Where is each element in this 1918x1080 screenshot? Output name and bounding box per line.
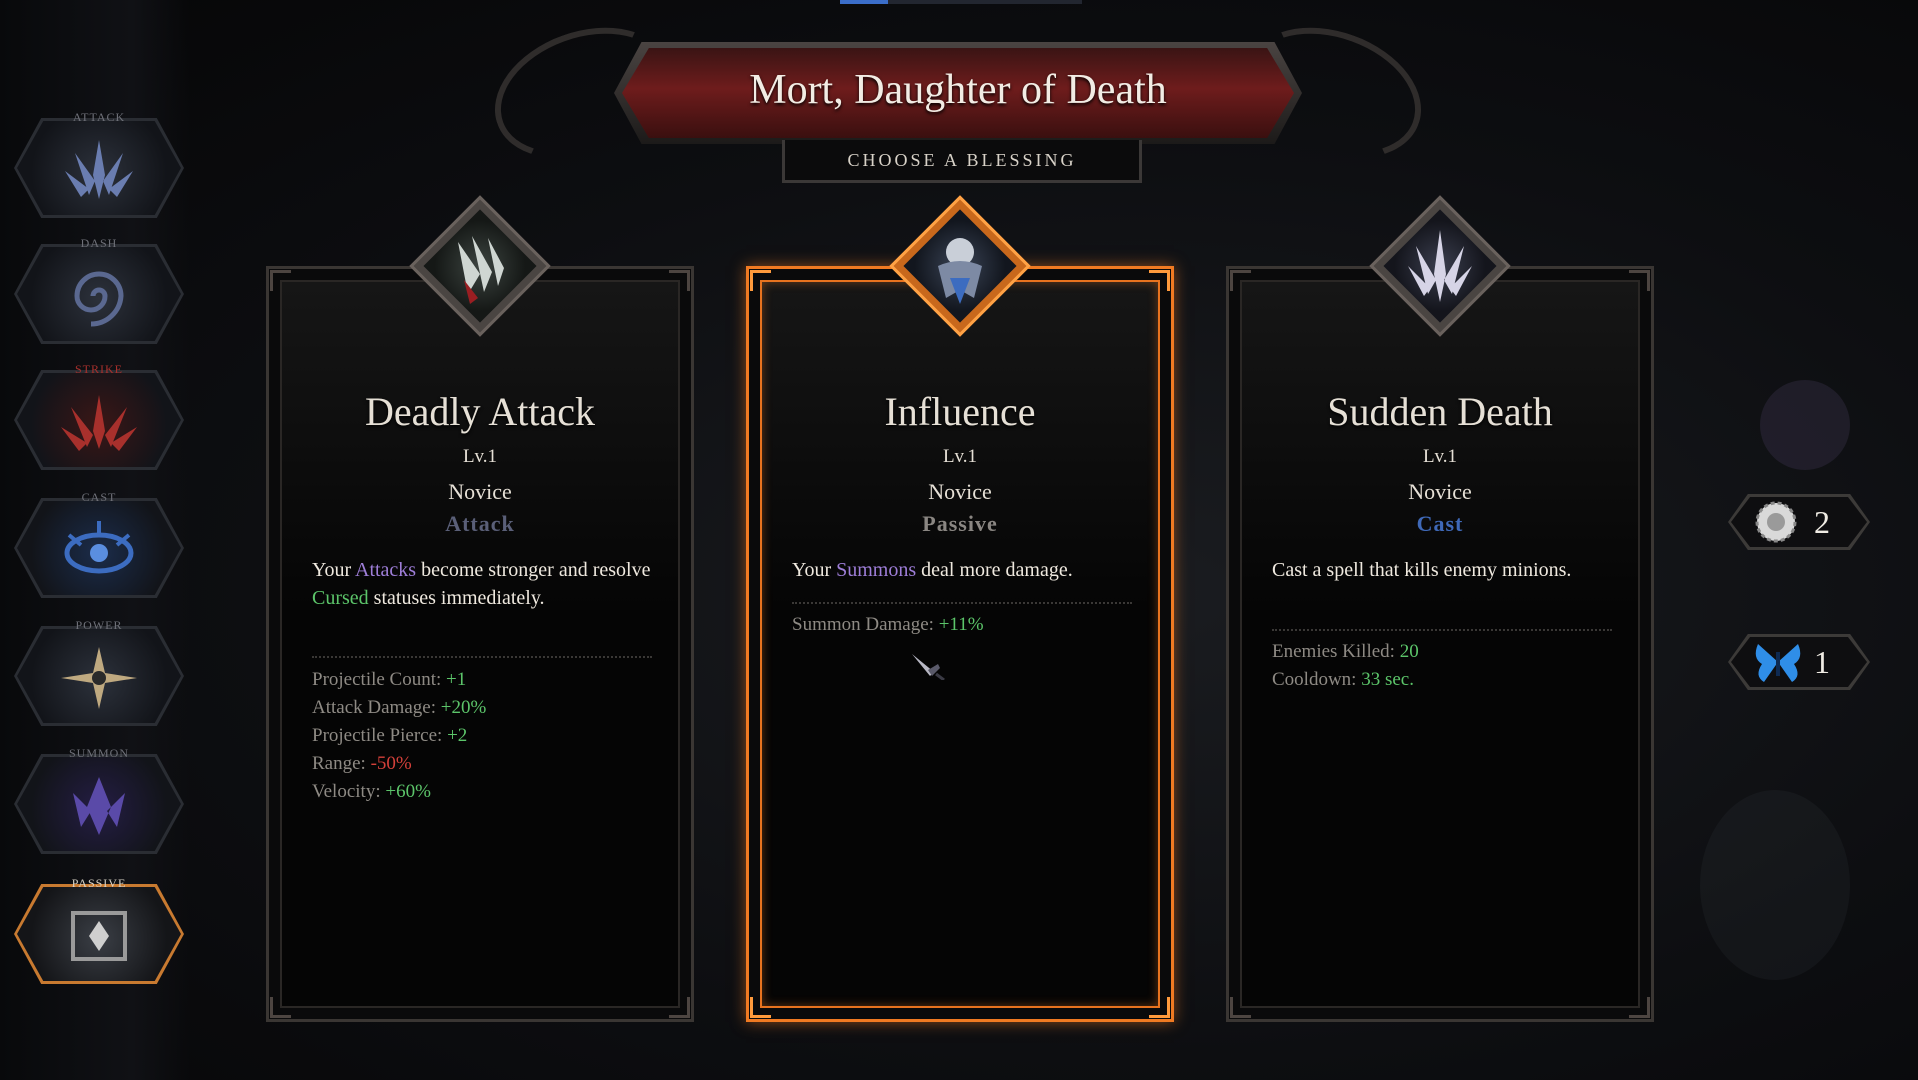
card-level: Lv.1 [942, 446, 978, 467]
slot-attack[interactable]: ATTACK [14, 110, 184, 220]
card-stats: Enemies Killed: 20 Cooldown: 33 sec. [1272, 638, 1612, 694]
banner-title: Mort, Daughter of Death [749, 67, 1167, 113]
sudden-death-gem [1368, 194, 1512, 338]
card-divider [1272, 629, 1612, 631]
deadly-attack-gem [408, 194, 552, 338]
blessing-card-influence[interactable]: Influence Lv.1 Novice Passive Your Summo… [746, 195, 1174, 1022]
card-name: Deadly Attack [365, 389, 595, 434]
card-rank: Novice [448, 479, 512, 504]
slot-strike[interactable]: STRIKE [14, 362, 184, 472]
card-stats: Summon Damage: +11% [792, 611, 1132, 639]
card-name: Influence [884, 389, 1036, 434]
card-description: Your Summons deal more damage. [792, 559, 1073, 581]
cast-eye-icon [64, 521, 134, 574]
slot-cast-label: CAST [81, 490, 117, 504]
slot-power[interactable]: POWER [14, 618, 184, 728]
slot-cast[interactable]: CAST [14, 490, 184, 600]
title-banner: Mort, Daughter of Death CHOOSE A BLESSIN… [476, 4, 1440, 183]
card-type: Attack [445, 511, 515, 536]
butterfly-count: 1 [1814, 644, 1830, 680]
card-divider [312, 656, 652, 658]
stat-row: Cooldown: 33 sec. [1272, 669, 1414, 690]
stat-row: Velocity: +60% [312, 781, 431, 802]
skill-rail: ATTACK DASH STRIKE CAST POWER SUMMON PAS… [0, 0, 190, 1080]
sword-cursor-icon [912, 654, 945, 680]
blessing-card-deadly-attack[interactable]: Deadly Attack Lv.1 Novice Attack Your At… [266, 195, 694, 1022]
stat-row: Enemies Killed: 20 [1272, 641, 1419, 662]
summon-shard-icon [73, 777, 125, 835]
background-creature [1760, 380, 1850, 470]
butterfly-icon [1755, 644, 1801, 682]
stat-row: Projectile Pierce: +2 [312, 725, 468, 746]
card-stats: Projectile Count: +1 Attack Damage: +20%… [312, 666, 652, 806]
card-type: Passive [922, 511, 998, 536]
slot-attack-label: ATTACK [72, 110, 126, 124]
stat-row: Range: -50% [312, 753, 412, 774]
influence-gem [888, 194, 1032, 338]
card-description: Cast a spell that kills enemy minions. [1272, 559, 1572, 581]
reroll-count: 2 [1814, 504, 1830, 540]
slot-dash[interactable]: DASH [14, 236, 184, 346]
slot-summon[interactable]: SUMMON [14, 746, 184, 856]
slot-power-label: POWER [75, 618, 123, 632]
background-creature [1700, 790, 1850, 980]
deadly-attack-claw-icon [458, 236, 504, 304]
reroll-orb-icon [1755, 501, 1797, 543]
card-rank: Novice [928, 479, 992, 504]
card-name: Sudden Death [1327, 389, 1553, 434]
slot-passive-label: PASSIVE [71, 876, 127, 890]
blessing-card-sudden-death[interactable]: Sudden Death Lv.1 Novice Cast Cast a spe… [1226, 195, 1654, 1022]
card-level: Lv.1 [462, 446, 498, 467]
slot-strike-label: STRIKE [75, 362, 123, 376]
banner-subtitle: CHOOSE A BLESSING [847, 150, 1077, 170]
card-type: Cast [1416, 511, 1464, 536]
card-rank: Novice [1408, 479, 1472, 504]
stat-row: Attack Damage: +20% [312, 697, 487, 718]
card-level: Lv.1 [1422, 446, 1458, 467]
passive-rune-icon [71, 911, 127, 961]
slot-passive[interactable]: PASSIVE [14, 876, 184, 986]
top-progress-bar [840, 0, 1082, 4]
card-divider [792, 602, 1132, 604]
stat-row: Projectile Count: +1 [312, 669, 467, 690]
influence-summon-icon [938, 238, 982, 304]
stat-row: Summon Damage: +11% [792, 614, 984, 635]
keyword-summons: Summons [836, 559, 917, 581]
power-star-icon [61, 647, 137, 709]
card-description: Your Attacks become stronger and resolve… [312, 559, 651, 609]
butterfly-counter: 1 [1728, 634, 1870, 690]
reroll-counter: 2 [1728, 494, 1870, 550]
sudden-death-claw-icon [1408, 230, 1472, 302]
keyword-cursed: Cursed [312, 587, 369, 609]
attack-claw-icon [65, 140, 133, 199]
slot-dash-label: DASH [80, 236, 118, 250]
dash-swirl-icon [74, 271, 124, 327]
strike-claw-icon [61, 395, 137, 451]
slot-summon-label: SUMMON [68, 746, 129, 760]
keyword-attacks: Attacks [355, 559, 417, 581]
